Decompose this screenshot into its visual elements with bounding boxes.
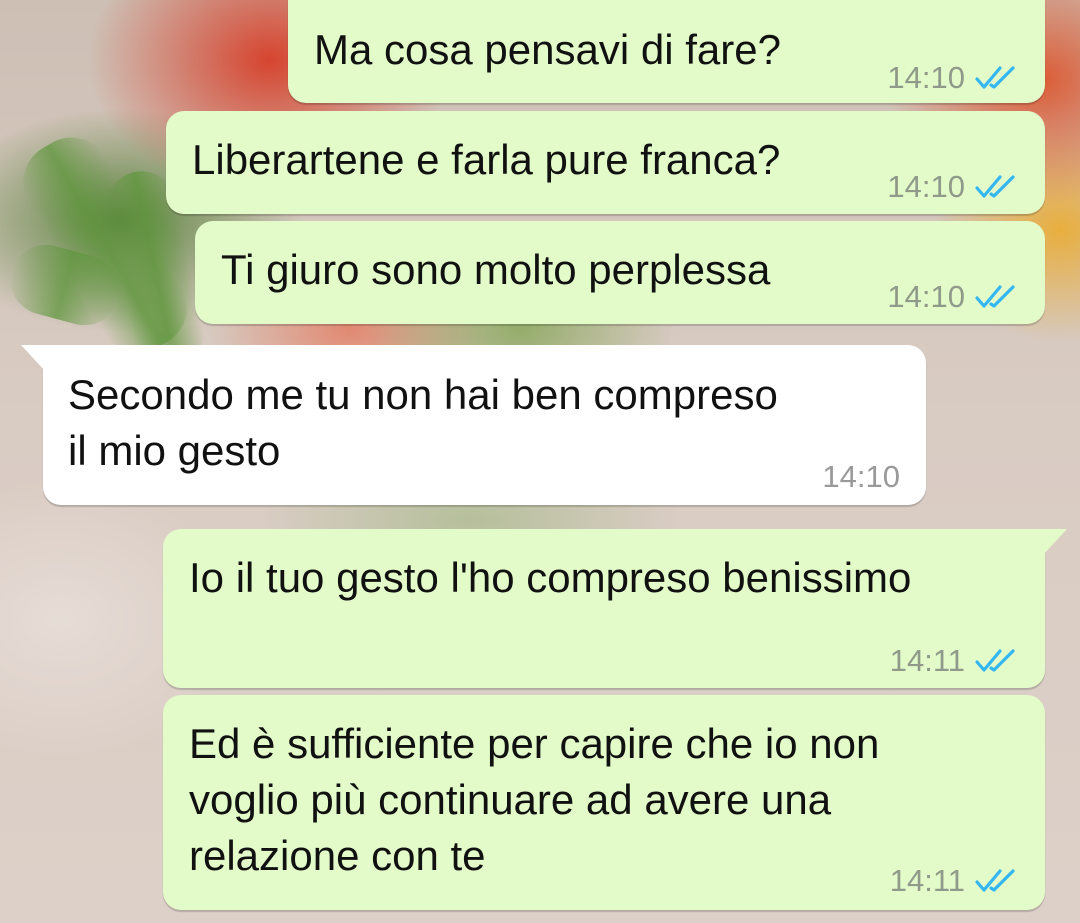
message-outgoing[interactable]: Ed è sufficiente per capire che io non v… [163, 695, 1045, 910]
double-check-read-icon [975, 649, 1015, 672]
message-meta: 14:10 [822, 449, 900, 505]
message-meta: 14:11 [890, 633, 1019, 689]
message-text: Io il tuo gesto l'ho compreso benissimo [189, 554, 912, 601]
double-check-read-icon [975, 66, 1015, 89]
message-timestamp: 14:11 [889, 643, 965, 678]
double-check-read-icon [975, 869, 1015, 892]
message-outgoing[interactable]: Io il tuo gesto l'ho compreso benissimo … [163, 529, 1067, 689]
message-meta: 14:10 [887, 269, 1019, 325]
message-timestamp: 14:10 [887, 169, 965, 204]
message-timestamp: 14:10 [887, 60, 965, 95]
message-meta: 14:11 [890, 853, 1019, 909]
message-outgoing[interactable]: Liberartene e farla pure franca? 14:10 [166, 111, 1045, 214]
message-text: Liberartene e farla pure franca? [192, 136, 781, 183]
message-meta: 14:10 [887, 159, 1019, 215]
message-text: il mio gesto [68, 427, 281, 474]
message-outgoing[interactable]: Ti giuro sono molto perplessa 14:10 [195, 221, 1045, 324]
double-check-read-icon [975, 175, 1015, 198]
message-text: Ti giuro sono molto perplessa [221, 246, 771, 293]
message-timestamp: 14:10 [822, 459, 900, 494]
message-incoming[interactable]: Secondo me tu non hai ben compreso il mi… [21, 345, 926, 505]
bubble-tail [1043, 529, 1067, 555]
message-text: voglio più continuare ad avere una [189, 776, 832, 823]
message-text: relazione con te [189, 832, 486, 879]
message-text: Secondo me tu non hai ben compreso [68, 371, 778, 418]
message-timestamp: 14:11 [889, 863, 965, 898]
double-check-read-icon [975, 285, 1015, 308]
message-text: Ma cosa pensavi di fare? [314, 26, 781, 73]
message-text: Ed è sufficiente per capire che io non [189, 720, 880, 767]
message-outgoing[interactable]: Ma cosa pensavi di fare? 14:10 [288, 0, 1045, 103]
message-meta: 14:10 [887, 50, 1019, 106]
message-timestamp: 14:10 [887, 279, 965, 314]
bubble-tail [21, 345, 45, 371]
